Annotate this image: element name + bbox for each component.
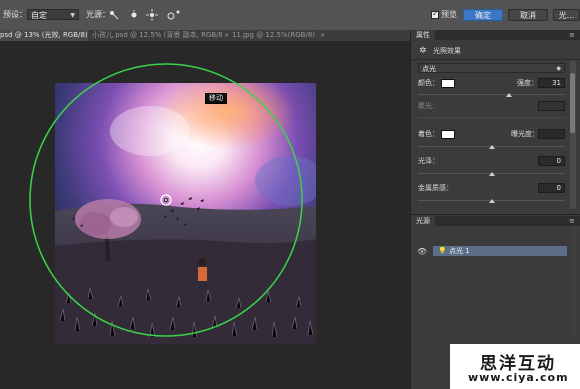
hotspot-label: 聚光： [418, 102, 439, 110]
eye-icon[interactable]: 👁 [417, 247, 427, 256]
tab-label: 11.jpg @ 12.5%(RGB/8) [232, 31, 316, 39]
scrollbar-thumb[interactable] [570, 73, 575, 133]
close-icon[interactable]: × [81, 32, 86, 39]
properties-tab-row: 属性 ≡ [411, 30, 580, 40]
light-reset-icon[interactable] [166, 9, 182, 21]
properties-title: 光照效果 [433, 47, 461, 55]
point-light-icon[interactable] [128, 9, 140, 21]
gloss-field[interactable]: 0 [538, 156, 565, 166]
metallic-label: 金属质感： [418, 184, 453, 192]
preview-label: 预览 [441, 10, 457, 19]
light-name: 点光 1 [449, 247, 470, 255]
tab-label: psd @ 13% (光效, RGB/8) * [0, 31, 88, 39]
divider [411, 59, 580, 60]
hotspot-slider-track [418, 117, 565, 118]
exposure-label: 曝光度： [511, 130, 539, 138]
intensity-field[interactable]: 31 [538, 78, 565, 88]
divider [411, 214, 580, 215]
properties-panel: 属性 ≡ ✲ 光照效果 点光 ◆ 颜色： 强度： 31 聚光： 着色： 曝光度：… [410, 30, 580, 389]
gloss-label: 光泽： [418, 157, 439, 165]
light-label: 光源： [86, 10, 110, 19]
infinite-light-icon[interactable] [146, 9, 158, 21]
properties-scrollbar[interactable] [570, 61, 576, 209]
tab-properties[interactable]: 属性 [411, 30, 435, 40]
light-type-value: 点光 [422, 65, 436, 73]
lighting-effects-icon: ✲ [419, 46, 427, 56]
close-icon[interactable]: × [224, 32, 229, 39]
ok-button[interactable]: 确定 [463, 9, 503, 21]
cancel-button[interactable]: 取消 [508, 9, 548, 21]
gloss-slider-thumb[interactable] [488, 172, 495, 176]
panel-menu-icon[interactable]: ≡ [569, 30, 575, 40]
intensity-slider-track[interactable] [418, 94, 565, 95]
canvas-area[interactable]: 移动 [0, 41, 410, 389]
preview-checkbox[interactable] [431, 9, 439, 19]
preset-dropdown[interactable]: 自定 ▼ [27, 9, 79, 20]
document-tab-bar: psd @ 13% (光效, RGB/8) * × 小孩儿.psd @ 12.5… [0, 30, 410, 41]
exposure-field[interactable] [538, 129, 565, 139]
tab-lights[interactable]: 光源 [411, 216, 435, 226]
move-tooltip: 移动 [205, 93, 227, 104]
tint-swatch[interactable] [441, 130, 455, 139]
preset-value: 自定 [31, 11, 47, 20]
chevron-down-icon: ▼ [70, 12, 75, 19]
chevron-down-icon: ◆ [556, 65, 561, 72]
tab-active-document[interactable]: psd @ 13% (光效, RGB/8) * [0, 30, 88, 41]
hotspot-field [538, 101, 565, 111]
tint-label: 着色： [418, 130, 439, 138]
metallic-field[interactable]: 0 [538, 183, 565, 193]
spot-light-icon[interactable] [108, 9, 120, 21]
light-button-partial[interactable]: 光... [553, 9, 580, 21]
tab-jpg-document[interactable]: 11.jpg @ 12.5%(RGB/8) [232, 30, 322, 41]
exposure-slider-thumb[interactable] [488, 145, 495, 149]
metallic-slider-thumb[interactable] [488, 199, 495, 203]
color-label: 颜色： [418, 79, 439, 87]
tab-label: 小孩儿.psd @ 12.5% (背景 副本, RGB/8) [92, 31, 222, 39]
lights-scrollbar[interactable] [571, 228, 577, 338]
watermark: 思洋互动 www.ciya.com [450, 344, 580, 389]
tab-child-document[interactable]: 小孩儿.psd @ 12.5% (背景 副本, RGB/8) [92, 30, 222, 41]
options-bar: 预设： 自定 ▼ 光源： 预览 确定 取消 光... [0, 0, 580, 31]
panel-menu-icon[interactable]: ≡ [569, 216, 575, 226]
lights-tab-row: 光源 ≡ [411, 216, 580, 226]
intensity-slider-thumb[interactable] [506, 93, 513, 97]
watermark-url: www.ciya.com [468, 371, 569, 384]
preset-label: 预设： [3, 10, 27, 19]
bulb-icon: 💡 [438, 247, 447, 255]
light-list-item[interactable]: 💡 点光 1 [433, 246, 567, 256]
close-icon[interactable]: × [320, 32, 325, 39]
light-type-dropdown[interactable]: 点光 ◆ [418, 63, 565, 73]
intensity-label: 强度： [517, 79, 538, 87]
color-swatch[interactable] [441, 79, 455, 88]
